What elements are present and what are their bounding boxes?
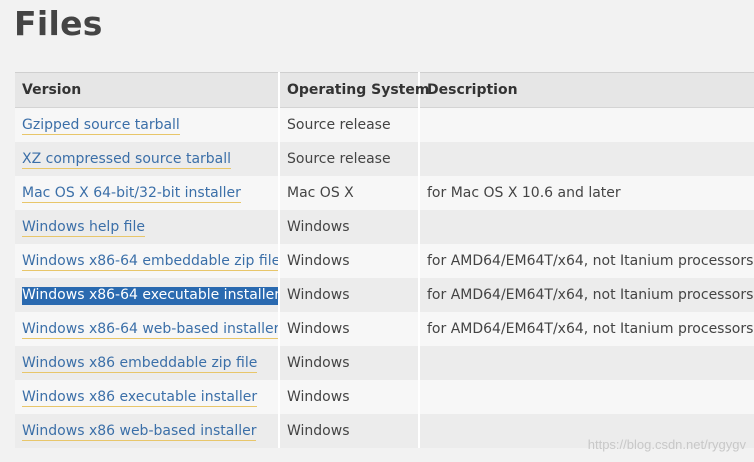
download-link-win64-embeddable-zip[interactable]: Windows x86-64 embeddable zip file [22,252,279,271]
version-cell: Windows x86 executable installer [15,379,279,414]
watermark: https://blog.csdn.net/rygygv [587,437,746,452]
description-cell [418,107,754,142]
os-cell: Windows [278,379,419,414]
download-link-win64-executable-installer[interactable]: Windows x86-64 executable installer [22,286,279,305]
header-operating-system: Operating System [278,72,429,108]
header-version: Version [15,72,279,108]
description-cell: for AMD64/EM64T/x64, not Itanium process… [418,311,754,346]
version-cell: Windows x86-64 embeddable zip file [15,243,279,278]
download-link-windows-help-file[interactable]: Windows help file [22,218,145,237]
version-cell: Windows help file [15,209,279,244]
table-row: Windows x86 executable installer Windows [15,379,754,414]
version-cell: Windows x86 web-based installer [15,413,279,448]
os-cell: Windows [278,311,419,346]
download-link-xz-source-tarball[interactable]: XZ compressed source tarball [22,150,232,169]
os-cell: Source release [278,107,419,142]
os-cell: Windows [278,345,419,380]
table-row: XZ compressed source tarball Source rele… [15,141,754,176]
os-cell: Source release [278,141,419,176]
table-row: Windows x86-64 web-based installer Windo… [15,311,754,346]
os-cell: Windows [278,243,419,278]
version-cell: Mac OS X 64-bit/32-bit installer [15,175,279,210]
version-cell: Windows x86-64 web-based installer [15,311,279,346]
description-cell [418,379,754,414]
download-link-win32-web-installer[interactable]: Windows x86 web-based installer [22,422,257,441]
table-row: Windows x86-64 embeddable zip file Windo… [15,243,754,278]
table-row: Windows x86 embeddable zip file Windows [15,345,754,380]
version-cell: Gzipped source tarball [15,107,279,142]
description-cell [418,209,754,244]
description-cell: for AMD64/EM64T/x64, not Itanium process… [418,243,754,278]
header-description: Description [418,72,754,108]
table-row: Windows x86-64 executable installer Wind… [15,277,754,312]
version-cell: Windows x86 embeddable zip file [15,345,279,380]
description-cell [418,141,754,176]
files-table: Version Operating System Description Gzi… [15,72,754,448]
version-cell: Windows x86-64 executable installer [15,277,279,312]
table-header-row: Version Operating System Description [15,72,754,108]
download-link-win64-web-installer[interactable]: Windows x86-64 web-based installer [22,320,279,339]
table-row: Windows help file Windows [15,209,754,244]
download-link-gzipped-source-tarball[interactable]: Gzipped source tarball [22,116,180,135]
download-link-win32-executable-installer[interactable]: Windows x86 executable installer [22,388,258,407]
files-page: Files Version Operating System Descripti… [0,0,754,462]
table-row: Mac OS X 64-bit/32-bit installer Mac OS … [15,175,754,210]
os-cell: Windows [278,209,419,244]
page-title: Files [14,4,103,43]
description-cell: for AMD64/EM64T/x64, not Itanium process… [418,277,754,312]
os-cell: Mac OS X [278,175,419,210]
os-cell: Windows [278,277,419,312]
download-link-win32-embeddable-zip[interactable]: Windows x86 embeddable zip file [22,354,258,373]
version-cell: XZ compressed source tarball [15,141,279,176]
description-cell: for Mac OS X 10.6 and later [418,175,754,210]
download-link-mac-installer[interactable]: Mac OS X 64-bit/32-bit installer [22,184,241,203]
os-cell: Windows [278,413,419,448]
description-cell [418,345,754,380]
table-row: Gzipped source tarball Source release [15,107,754,142]
